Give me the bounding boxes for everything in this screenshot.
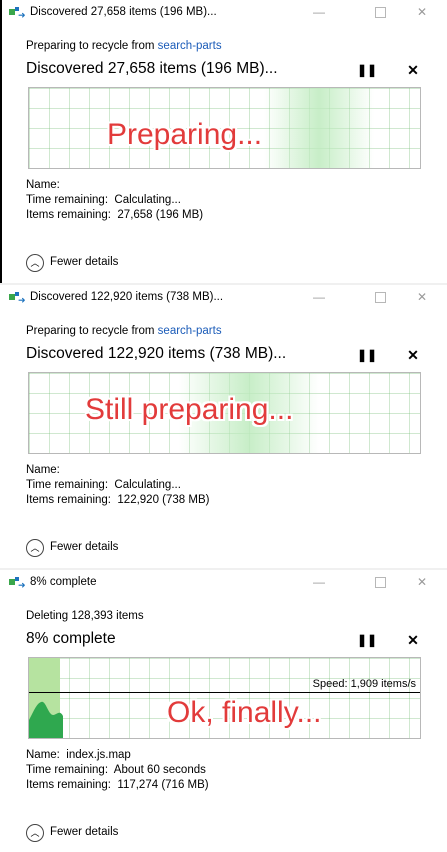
name-label: Name: [26,179,60,191]
operation-description: Deleting 128,393 items [26,610,144,622]
maximize-icon [374,7,386,18]
name-row: Name: index.js.map [26,748,131,763]
source-folder-link[interactable]: search-parts [158,325,222,337]
minimize-button[interactable]: — [307,288,331,306]
copy-dialog-3: ➜ 8% complete — ✕ Deleting 128,393 items… [0,570,447,852]
recycle-icon: ➜ [9,292,26,305]
annotation-text: Still preparing... [85,393,294,426]
minimize-button[interactable]: — [307,573,331,591]
chevron-up-icon: ︿ [26,539,44,557]
pause-button[interactable]: ❚❚ [357,346,377,364]
copy-dialog-1: ➜ Discovered 27,658 items (196 MB)... — … [0,0,447,284]
items-remaining-row: Items remaining: 117,274 (716 MB) [26,778,209,793]
progress-status: Discovered 27,658 items (196 MB)... [26,60,278,77]
time-label: Time remaining: [26,194,109,206]
time-value: Calculating... [114,479,181,491]
maximize-button[interactable] [368,573,392,591]
time-remaining-row: Time remaining: Calculating... [26,478,181,493]
maximize-button[interactable] [368,288,392,306]
progress-status: 8% complete [26,630,116,647]
items-label: Items remaining: [26,209,112,221]
annotation-text: Ok, finally... [167,696,322,729]
window-edge [0,0,2,284]
progress-graph: Still preparing... [28,372,421,454]
items-value: 122,920 (738 MB) [117,494,210,506]
speed-label: Speed: 1,909 items/s [312,678,416,690]
operation-description: Preparing to recycle from search-parts [26,40,222,52]
items-remaining-row: Items remaining: 122,920 (738 MB) [26,493,209,508]
items-value: 27,658 (196 MB) [117,209,204,221]
window-title: 8% complete [30,576,97,588]
pause-button[interactable]: ❚❚ [357,61,377,79]
cancel-button[interactable]: ✕ [404,346,422,364]
time-value: Calculating... [114,194,181,206]
items-remaining-row: Items remaining: 27,658 (196 MB) [26,208,203,223]
scan-glow [264,88,374,168]
progress-graph: Preparing... [28,87,421,169]
window-title: Discovered 122,920 items (738 MB)... [30,291,224,303]
speed-line [29,692,420,693]
speed-area [29,701,63,738]
source-folder-link[interactable]: search-parts [158,40,222,52]
operation-description: Preparing to recycle from search-parts [26,325,222,337]
fewer-details-label: Fewer details [50,541,119,553]
time-remaining-row: Time remaining: Calculating... [26,193,181,208]
name-label: Name: [26,749,60,761]
annotation-text: Preparing... [107,118,263,151]
pause-button[interactable]: ❚❚ [357,631,377,649]
operation-prefix: Preparing to recycle from [26,325,158,337]
name-row: Name: [26,178,60,193]
items-label: Items remaining: [26,494,112,506]
operation-prefix: Deleting 128,393 items [26,610,144,622]
cancel-button[interactable]: ✕ [404,631,422,649]
maximize-icon [374,577,386,588]
chevron-up-icon: ︿ [26,824,44,842]
name-label: Name: [26,464,60,476]
recycle-icon: ➜ [9,7,26,20]
copy-dialog-2: ➜ Discovered 122,920 items (738 MB)... —… [0,285,447,569]
maximize-icon [374,292,386,303]
progress-graph: Speed: 1,909 items/s Ok, finally... [28,657,421,739]
items-value: 117,274 (716 MB) [117,779,209,791]
minimize-button[interactable]: — [307,3,331,21]
chevron-up-icon: ︿ [26,254,44,272]
time-label: Time remaining: [26,479,109,491]
time-remaining-row: Time remaining: About 60 seconds [26,763,206,778]
close-button[interactable]: ✕ [410,573,434,591]
maximize-button[interactable] [368,3,392,21]
progress-status: Discovered 122,920 items (738 MB)... [26,345,287,362]
name-value: index.js.map [66,749,131,761]
time-value: About 60 seconds [113,764,206,776]
recycle-icon: ➜ [9,577,26,590]
close-button[interactable]: ✕ [410,3,434,21]
fewer-details-label: Fewer details [50,826,119,838]
cancel-button[interactable]: ✕ [404,61,422,79]
fewer-details-label: Fewer details [50,256,119,268]
window-title: Discovered 27,658 items (196 MB)... [30,6,217,18]
operation-prefix: Preparing to recycle from [26,40,158,52]
name-row: Name: [26,463,60,478]
close-button[interactable]: ✕ [410,288,434,306]
title-bar: ➜ 8% complete — ✕ [0,570,447,596]
title-bar: ➜ Discovered 122,920 items (738 MB)... —… [0,285,447,311]
title-bar: ➜ Discovered 27,658 items (196 MB)... — … [0,0,447,26]
time-label: Time remaining: [26,764,109,776]
items-label: Items remaining: [26,779,112,791]
